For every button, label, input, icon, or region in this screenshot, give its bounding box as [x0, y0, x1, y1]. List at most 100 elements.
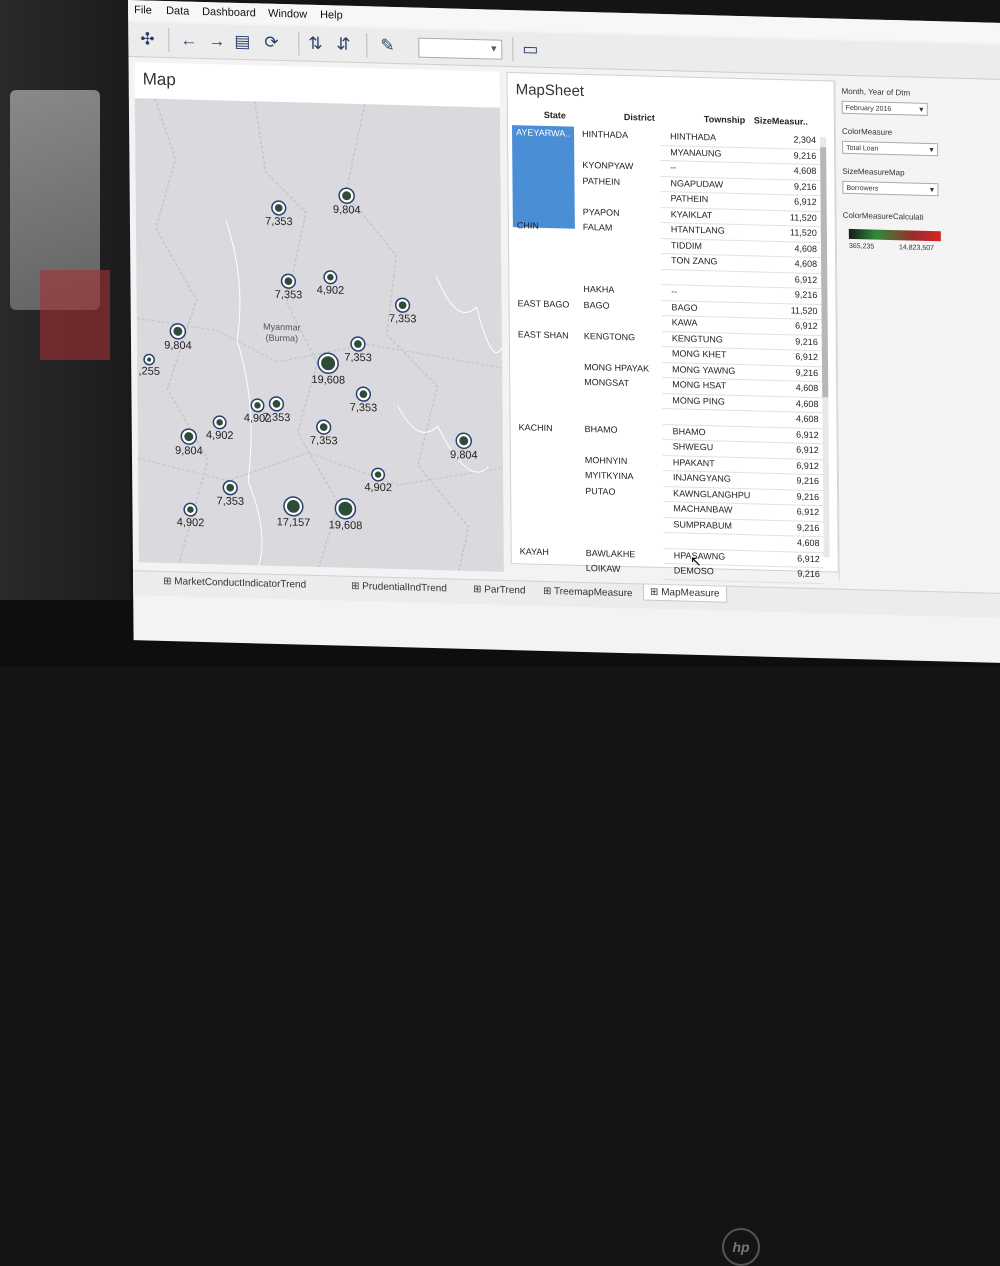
cell-township[interactable]: KAWA [672, 317, 698, 328]
refresh-icon[interactable]: ⟳ [264, 32, 278, 54]
map-canvas[interactable]: 7,353 9,804 7,353 4,902 7,353 9,804 7,353 19,60… [134, 98, 504, 572]
cell-township[interactable]: PATHEIN [671, 193, 709, 204]
mapsheet-scrollbar[interactable] [820, 137, 830, 558]
tab-treemap[interactable]: ⊞ TreemapMeasure [543, 586, 633, 599]
save-icon[interactable]: ▤ [234, 31, 250, 53]
tableau-logo-icon[interactable]: ✣ [140, 28, 154, 50]
cell-township[interactable]: KENGTUNG [672, 333, 723, 344]
cell-size-value[interactable]: 11,520 [777, 211, 817, 223]
scrollbar-thumb[interactable] [820, 147, 829, 398]
menu-dashboard[interactable]: Dashboard [202, 6, 256, 19]
cell-size-value[interactable]: 6,912 [778, 351, 818, 362]
cell-district[interactable]: MONG HPAYAK [584, 361, 649, 373]
cell-size-value[interactable]: 4,608 [778, 398, 819, 409]
cell-state[interactable]: EAST BAGO [517, 298, 569, 309]
menu-data[interactable]: Data [166, 5, 189, 18]
toolbar-dropdown[interactable]: ▼ [418, 37, 503, 60]
cell-district[interactable]: BAWLAKHE [586, 548, 636, 559]
cell-size-value[interactable]: 9,216 [780, 568, 820, 580]
cell-size-value[interactable]: 4,608 [778, 413, 819, 425]
cell-size-value[interactable]: 9,216 [778, 336, 818, 347]
header-state[interactable]: State [544, 110, 566, 121]
cell-district[interactable]: BHAMO [585, 423, 618, 434]
sort-descending-icon[interactable]: ⇵ [336, 33, 350, 55]
cell-township[interactable]: BHAMO [673, 426, 706, 437]
cell-township[interactable]: KYAIKLAT [671, 209, 713, 220]
cell-township[interactable]: MACHANBAW [673, 503, 732, 515]
cell-size-value[interactable]: 2,304 [776, 134, 816, 145]
cell-township[interactable]: TON ZANG [671, 255, 717, 266]
color-measure-dropdown[interactable]: Total Loan ▼ [842, 140, 939, 157]
cell-district[interactable]: PATHEIN [582, 175, 620, 186]
forward-arrow-icon[interactable]: → [208, 30, 225, 52]
cell-township[interactable]: NGAPUDAW [670, 178, 723, 189]
cell-district[interactable]: MYITKYINA [585, 470, 634, 481]
cell-district[interactable]: MOHNYIN [585, 454, 628, 465]
cell-size-value[interactable]: 9,216 [779, 475, 819, 487]
cell-state[interactable]: CHIN [517, 220, 539, 231]
cell-district[interactable]: MONGSAT [584, 377, 629, 388]
cell-size-value[interactable]: 11,520 [777, 305, 818, 316]
cell-size-value[interactable]: 6,912 [779, 506, 820, 518]
cell-township[interactable]: HTANTLANG [671, 224, 725, 235]
cell-size-value[interactable]: 9,216 [777, 289, 818, 300]
header-township[interactable]: Township [704, 114, 745, 125]
cell-township[interactable]: MYANAUNG [670, 147, 721, 158]
cell-district[interactable]: HAKHA [583, 284, 614, 295]
menu-file[interactable]: File [134, 4, 152, 16]
cell-district[interactable]: HINTHADA [582, 129, 628, 140]
back-arrow-icon[interactable]: ← [180, 29, 197, 51]
tab-prudential[interactable]: ⊞ PrudentialIndTrend [351, 581, 447, 595]
tab-map-measure[interactable]: ⊞ MapMeasure [642, 584, 727, 603]
cell-size-value[interactable]: 6,912 [778, 320, 818, 331]
cell-size-value[interactable]: 11,520 [777, 227, 817, 238]
sort-ascending-icon[interactable]: ⇅ [308, 33, 322, 55]
cell-size-value[interactable]: 4,608 [778, 382, 819, 394]
cell-township[interactable]: SHWEGU [673, 441, 714, 452]
cell-township[interactable]: -- [671, 286, 677, 296]
cell-state[interactable]: KACHIN [519, 422, 553, 433]
cell-size-value[interactable]: 9,216 [779, 491, 820, 502]
cell-district[interactable]: FALAM [583, 222, 613, 233]
cell-township[interactable]: INJANGYANG [673, 472, 731, 484]
cell-size-value[interactable]: 9,216 [776, 180, 817, 192]
cell-size-value[interactable]: 6,912 [780, 553, 820, 564]
cell-district[interactable]: PUTAO [585, 485, 615, 496]
cell-township[interactable]: HPAKANT [673, 457, 715, 468]
cell-state[interactable]: AYEYARWA.. [516, 127, 570, 138]
cell-size-value[interactable]: 6,912 [779, 429, 819, 440]
size-measure-dropdown[interactable]: Borrowers ▼ [842, 180, 939, 197]
cell-size-value[interactable]: 4,608 [777, 243, 817, 254]
cell-township[interactable]: HINTHADA [670, 131, 716, 142]
cell-district[interactable]: KENGTONG [584, 330, 635, 341]
cell-size-value[interactable]: 4,608 [776, 165, 817, 176]
tab-market-conduct[interactable]: ⊞ MarketConductIndicatorTrend [163, 576, 306, 591]
cell-size-value[interactable]: 9,216 [779, 522, 820, 533]
month-filter-dropdown[interactable]: February 2016 ▼ [841, 100, 928, 116]
pin-icon[interactable]: ✎ [380, 35, 394, 57]
cell-size-value[interactable]: 6,912 [779, 460, 819, 471]
cell-township[interactable]: MONG KHET [672, 348, 727, 359]
cell-township[interactable]: KAWNGLANGHPU [673, 488, 750, 500]
menu-help[interactable]: Help [320, 9, 343, 22]
cell-township[interactable]: TIDDIM [671, 240, 702, 251]
cell-size-value[interactable]: 9,216 [778, 367, 818, 378]
menu-window[interactable]: Window [268, 8, 307, 21]
cell-size-value[interactable]: 6,912 [777, 196, 817, 207]
cell-size-value[interactable]: 6,912 [777, 274, 818, 285]
cell-state[interactable]: EAST SHAN [518, 329, 569, 340]
cell-size-value[interactable]: 9,216 [776, 149, 817, 161]
cell-size-value[interactable]: 6,912 [779, 444, 819, 456]
cell-district[interactable]: LOIKAW [586, 563, 621, 574]
cell-township[interactable]: MONG HSAT [672, 379, 726, 390]
map-svg[interactable]: 7,353 9,804 7,353 4,902 7,353 9,804 7,353 19,60… [135, 98, 504, 572]
cell-township[interactable]: BAGO [671, 302, 697, 313]
cell-district[interactable]: BAGO [583, 299, 609, 310]
cell-state[interactable]: KAYAH [520, 546, 549, 557]
cell-district[interactable]: PYAPON [583, 206, 620, 217]
header-size-measure[interactable]: SizeMeasur.. [754, 115, 808, 126]
cell-size-value[interactable]: 4,608 [780, 537, 820, 549]
tab-par-trend[interactable]: ⊞ ParTrend [473, 584, 526, 596]
cell-township[interactable]: MONG YAWNG [672, 364, 735, 376]
cell-district[interactable]: KYONPYAW [582, 160, 633, 171]
